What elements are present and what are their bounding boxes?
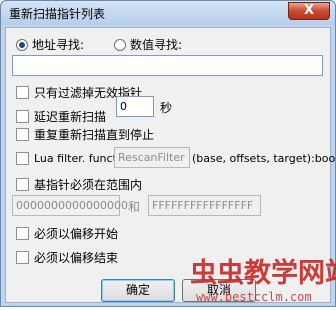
filter-invalid-checkbox[interactable] (16, 86, 29, 99)
option-repeat-rescan: 重复重新扫描直到停止 (16, 126, 154, 143)
address-input[interactable] (12, 55, 323, 76)
option-must-start-offset: 必须以偏移开始 (16, 225, 118, 242)
must-start-offset-label: 必须以偏移开始 (34, 227, 119, 241)
delay-rescan-checkbox[interactable] (16, 110, 29, 123)
watermark-graphic: 虫虫教学网站 www.bestcclm.com (190, 257, 336, 304)
delay-unit-label: 秒 (160, 101, 173, 115)
ok-button[interactable]: 确定 (101, 279, 175, 302)
close-icon: X (303, 3, 315, 18)
range-from-input[interactable]: 0000000000000000 (12, 195, 128, 216)
search-mode-group: 地址寻找: 数值寻找: (16, 36, 182, 53)
base-in-range-checkbox[interactable] (16, 178, 29, 191)
lua-function-input[interactable]: RescanFilter (114, 147, 190, 168)
must-end-offset-label: 必须以偏移结束 (34, 251, 119, 265)
watermark-url: www.bestcclm.com (196, 290, 312, 304)
address-search-label: 地址寻找: (32, 38, 85, 52)
base-in-range-label: 基指针必须在范围内 (34, 178, 143, 192)
delay-seconds-input[interactable]: 0 (116, 96, 154, 117)
must-end-offset-checkbox[interactable] (16, 251, 29, 264)
range-and: 和 (128, 198, 140, 215)
option-must-end-offset: 必须以偏移结束 (16, 249, 118, 266)
watermark-title: 虫虫教学网站 (190, 257, 336, 289)
range-and-label: 和 (128, 200, 141, 214)
lua-filter-suffix: (base, offsets, target):bool (192, 152, 336, 165)
option-base-in-range: 基指针必须在范围内 (16, 176, 142, 193)
lua-filter-checkbox[interactable] (16, 152, 29, 165)
option-delay-rescan: 延迟重新扫描 (16, 108, 106, 125)
value-search-radio[interactable] (114, 38, 127, 51)
title-bar: 重新扫描指针列表 X (1, 1, 335, 25)
delay-unit: 秒 (160, 99, 172, 116)
range-to-input[interactable]: FFFFFFFFFFFFFFFF (148, 195, 261, 216)
close-button[interactable]: X (288, 2, 330, 20)
site-watermark: 虫虫教学网站 www.bestcclm.com (188, 248, 336, 307)
lua-filter-signature: (base, offsets, target):bool (192, 152, 336, 165)
window-title: 重新扫描指针列表 (9, 7, 106, 21)
repeat-rescan-label: 重复重新扫描直到停止 (34, 128, 155, 142)
delay-rescan-label: 延迟重新扫描 (34, 110, 107, 124)
address-search-radio[interactable] (16, 38, 28, 51)
value-search-label: 数值寻找: (130, 38, 183, 52)
must-start-offset-checkbox[interactable] (16, 227, 29, 240)
repeat-rescan-checkbox[interactable] (16, 128, 29, 141)
